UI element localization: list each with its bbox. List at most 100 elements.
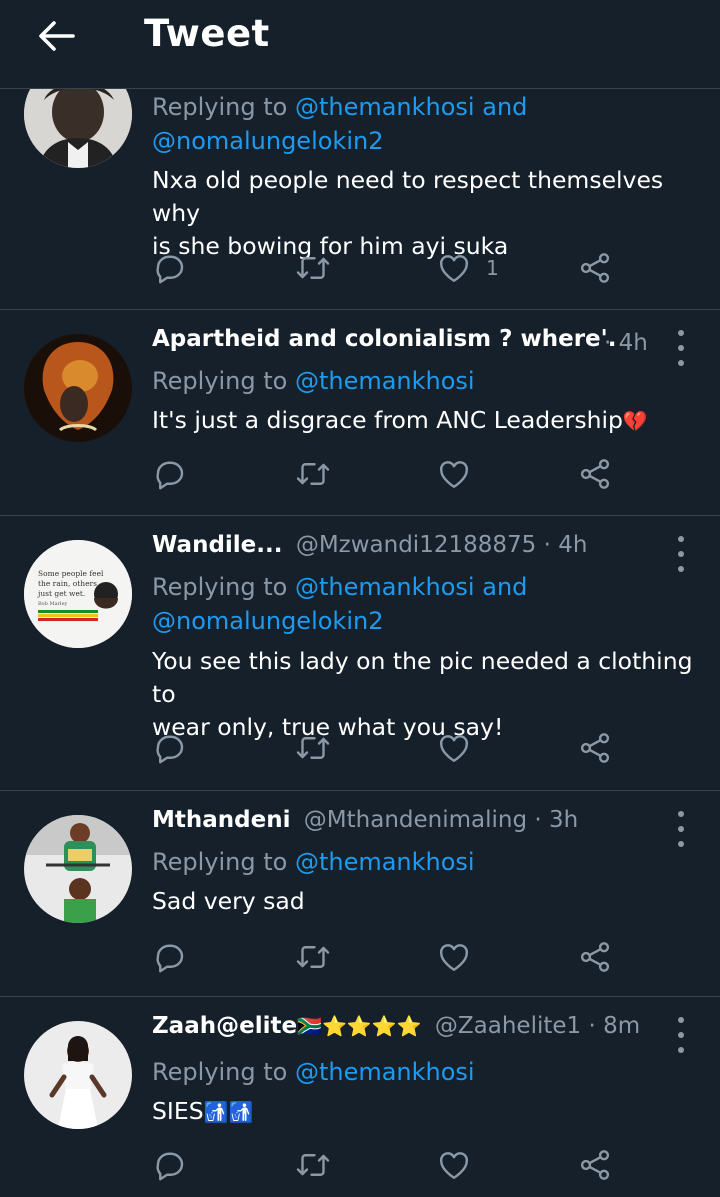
retweet-icon (295, 730, 331, 766)
tweet-item[interactable]: Mthandeni @Mthandenimaling · 3h Replying… (0, 791, 720, 997)
replying-to-label: Replying to (152, 1058, 288, 1086)
tweet-actions (152, 454, 632, 494)
mention-and: and (482, 573, 528, 601)
tweet-actions (152, 728, 632, 768)
share-icon (577, 1147, 613, 1183)
share-icon (577, 730, 613, 766)
avatar[interactable]: Some people feel the rain, others just g… (24, 540, 132, 648)
reply-icon (152, 456, 188, 492)
reply-icon (152, 250, 188, 286)
back-arrow-icon (39, 21, 75, 51)
avatar[interactable] (24, 815, 132, 923)
avatar-quote-line: just get wet. (37, 589, 85, 598)
tweet-item[interactable]: Some people feel the rain, others just g… (0, 516, 720, 791)
reply-button[interactable] (152, 937, 188, 977)
share-button[interactable] (577, 937, 613, 977)
tweet-text-body: It's just a disgrace from ANC Leadership (152, 406, 623, 434)
retweet-button[interactable] (295, 248, 331, 288)
reply-button[interactable] (152, 1145, 188, 1185)
mention-link[interactable]: @nomalungelokin2 (152, 127, 383, 155)
like-button[interactable]: 1 (436, 248, 499, 288)
retweet-icon (295, 250, 331, 286)
retweet-button[interactable] (295, 937, 331, 977)
mention-link[interactable]: @themankhosi (295, 367, 475, 395)
tweet-text: Sad very sad (152, 885, 696, 918)
avatar-quote-line: Bob Marley (38, 601, 68, 607)
mention-link[interactable]: @nomalungelokin2 (152, 607, 383, 635)
replying-to-label: Replying to (152, 93, 288, 121)
tweet-header: Zaah@elite🇿🇦⭐⭐⭐⭐ @Zaahelite1 · 8m (152, 1013, 660, 1047)
retweet-icon (295, 456, 331, 492)
reply-button[interactable] (152, 454, 188, 494)
avatar-quote-line: the rain, others (38, 579, 97, 588)
avatar-quote-line: Some people feel (38, 569, 104, 578)
share-button[interactable] (577, 248, 613, 288)
tweet-text-body: Sad very sad (152, 887, 305, 915)
tweet-actions (152, 1145, 632, 1185)
like-button[interactable] (436, 937, 472, 977)
author-name[interactable]: Zaah@elite (152, 1013, 297, 1039)
broken-heart-emoji: 💔 (622, 409, 648, 433)
replying-to: Replying to @themankhosi and @nomalungel… (152, 90, 527, 158)
retweet-button[interactable] (295, 454, 331, 494)
share-button[interactable] (577, 1145, 613, 1185)
tweet-item[interactable]: Apartheid and colonialism ? where'... · … (0, 310, 720, 516)
tweet-time: · 4h (543, 532, 588, 558)
tweet-header: Apartheid and colonialism ? where'... (152, 326, 615, 360)
avatar[interactable] (24, 334, 132, 442)
mention-link[interactable]: @themankhosi (295, 93, 475, 121)
tweet-actions: 1 (152, 248, 632, 288)
like-button[interactable] (436, 728, 472, 768)
like-count: 1 (486, 256, 499, 280)
author-handle[interactable]: @Mzwandi12188875 (296, 532, 536, 558)
tweet-time: · 3h (534, 807, 579, 833)
share-icon (577, 456, 613, 492)
like-icon (436, 456, 472, 492)
avatar[interactable] (24, 1021, 132, 1129)
tweet-header: Wandile... @Mzwandi12188875 · 4h (152, 532, 660, 566)
retweet-icon (295, 1147, 331, 1183)
replying-to-label: Replying to (152, 573, 288, 601)
tweet-item[interactable]: Zaah@elite🇿🇦⭐⭐⭐⭐ @Zaahelite1 · 8m Replyi… (0, 997, 720, 1197)
more-options-button[interactable] (668, 1017, 694, 1053)
like-icon (436, 1147, 472, 1183)
tweet-text-body: SIES (152, 1097, 204, 1125)
retweet-icon (295, 939, 331, 975)
retweet-button[interactable] (295, 1145, 331, 1185)
author-handle[interactable]: @Mthandenimaling (304, 807, 527, 833)
share-icon (577, 939, 613, 975)
reply-icon (152, 730, 188, 766)
litter-emoji: 🚮🚮 (203, 1100, 254, 1124)
back-button[interactable] (30, 16, 82, 56)
share-button[interactable] (577, 454, 613, 494)
replying-to-label: Replying to (152, 848, 288, 876)
share-button[interactable] (577, 728, 613, 768)
retweet-button[interactable] (295, 728, 331, 768)
more-options-button[interactable] (668, 811, 694, 847)
tweet-text: SIES🚮🚮 (152, 1095, 696, 1129)
replying-to-label: Replying to (152, 367, 288, 395)
more-options-button[interactable] (668, 330, 694, 366)
like-icon (436, 730, 472, 766)
tweet-text: It's just a disgrace from ANC Leadership… (152, 404, 696, 438)
replying-to: Replying to @themankhosi and @nomalungel… (152, 570, 527, 638)
author-name[interactable]: Apartheid and colonialism ? where'... (152, 326, 615, 352)
author-name[interactable]: Wandile... (152, 532, 283, 558)
mention-link[interactable]: @themankhosi (295, 573, 475, 601)
like-button[interactable] (436, 1145, 472, 1185)
replying-to: Replying to @themankhosi (152, 364, 475, 398)
reply-button[interactable] (152, 248, 188, 288)
reply-icon (152, 939, 188, 975)
author-name[interactable]: Mthandeni (152, 807, 290, 833)
author-handle[interactable]: @Zaahelite1 (435, 1013, 581, 1039)
share-icon (577, 250, 613, 286)
reply-button[interactable] (152, 728, 188, 768)
like-button[interactable] (436, 454, 472, 494)
name-emoji: 🇿🇦⭐⭐⭐⭐ (297, 1014, 422, 1038)
like-icon (436, 250, 472, 286)
mention-link[interactable]: @themankhosi (295, 848, 475, 876)
more-options-button[interactable] (668, 536, 694, 572)
page-title: Tweet (144, 12, 270, 55)
mention-link[interactable]: @themankhosi (295, 1058, 475, 1086)
tweet-time: · 8m (588, 1013, 641, 1039)
